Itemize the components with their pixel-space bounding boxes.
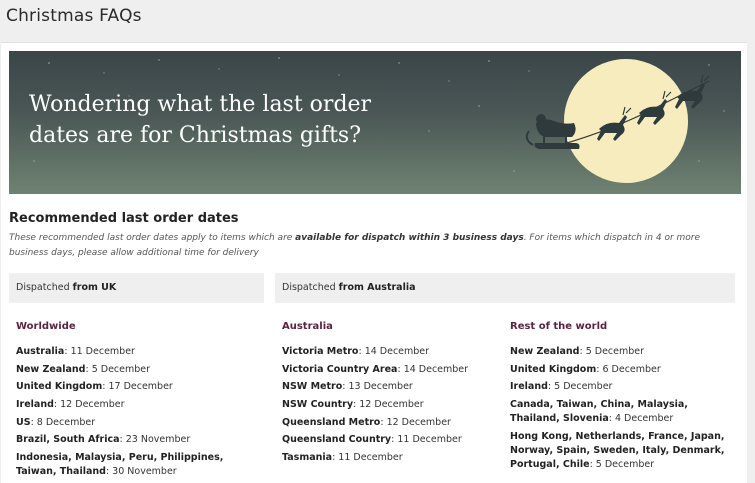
entry-place: NSW Country [282,399,354,411]
rest-of-world-column: Rest of the world New Zealand: 5 Decembe… [510,321,732,475]
list-item: New Zealand: 5 December [16,363,151,375]
list-item: United Kingdom: 17 December [16,381,173,393]
list-item: Victoria Country Area: 14 December [282,363,469,375]
entry-place: Ireland [510,381,548,393]
list-item: Canada, Taiwan, China, Malaysia, Thailan… [510,399,688,425]
entry-date: 5 December [91,363,151,375]
entry-place: United Kingdom [510,363,597,375]
dispatch-au-header: Dispatched from Australia [275,273,735,303]
list-item: Ireland: 5 December [510,381,613,393]
entry-date: 5 December [585,346,645,357]
entry-place: Brazil, South Africa [16,434,120,446]
list-item: Hong Kong, Netherlands, France, Japan, N… [510,430,725,470]
rest-of-world-heading: Rest of the world [510,321,608,332]
list-item: NSW Country: 12 December [282,399,424,411]
entry-date: 30 November [112,466,177,478]
list-item: Queensland Metro: 12 December [282,416,451,428]
intro-text-pre: These recommended last order dates apply… [9,233,296,243]
entry-place: Victoria Metro [282,346,359,357]
entry-date: 4 December [614,413,674,425]
hero-headline: Wondering what the last order dates are … [29,89,409,151]
entry-date: 17 December [108,381,173,393]
list-item: Tasmania: 11 December [282,452,403,464]
section-intro: These recommended last order dates apply… [9,231,741,261]
worldwide-column: Worldwide Australia: 11 December New Zea… [16,321,238,483]
entry-date: 11 December [338,452,403,464]
entry-date: 8 December [36,416,96,428]
entry-date: 12 December [359,399,424,411]
entry-place: Queensland Metro [282,416,381,428]
list-item: Brazil, South Africa: 23 November [16,434,191,446]
faq-content: Wondering what the last order dates are … [1,42,747,483]
list-item: New Zealand: 5 December [510,346,645,357]
entry-date: 12 December [60,399,125,411]
dispatch-uk-header: Dispatched from UK [9,273,264,303]
entry-place: United Kingdom [16,381,103,393]
australia-column: Australia Victoria Metro: 14 December Vi… [282,321,497,469]
entry-date: 5 December [595,458,655,470]
entry-place: Queensland Country [282,434,392,446]
section-heading: Recommended last order dates [9,211,239,226]
page-title: Christmas FAQs [6,6,142,26]
dispatch-uk-origin: from UK [72,282,117,293]
list-item: Ireland: 12 December [16,399,125,411]
list-item: Indonesia, Malaysia, Peru, Philippines, … [16,452,224,478]
list-item: Australia: 11 December [16,346,135,357]
dispatch-uk-prefix: Dispatched [16,282,73,293]
entry-date: 13 December [348,381,413,393]
entry-date: 23 November [125,434,191,446]
entry-date: 6 December [602,363,661,375]
intro-text-bold: available for dispatch within 3 business… [295,233,524,243]
worldwide-heading: Worldwide [16,321,76,332]
entry-date: 14 December [364,346,430,357]
australia-heading: Australia [282,321,333,332]
entry-place: NSW Metro [282,381,343,393]
hero-banner: Wondering what the last order dates are … [9,51,741,194]
entry-date: 12 December [386,416,451,428]
list-item: Queensland Country: 11 December [282,434,462,446]
list-item: NSW Metro: 13 December [282,381,413,393]
hero-line-1: Wondering what the last order [29,92,372,117]
entry-place: Victoria Country Area [282,363,398,375]
entry-date: 14 December [403,363,469,375]
entry-place: Ireland [16,399,54,411]
entry-date: 5 December [554,381,613,393]
dispatch-au-origin: from Australia [338,282,416,293]
entry-place: New Zealand [16,363,86,375]
list-item: Victoria Metro: 14 December [282,346,430,357]
entry-date: 11 December [70,346,135,357]
entry-place: Tasmania [282,452,333,464]
entry-place: US [16,416,31,428]
entry-date: 11 December [397,434,462,446]
hero-line-2: dates are for Christmas gifts? [29,123,362,148]
list-item: United Kingdom: 6 December [510,363,661,375]
list-item: US: 8 December [16,416,96,428]
entry-place: Australia [16,346,65,357]
dispatch-au-prefix: Dispatched [282,282,339,293]
entry-place: New Zealand [510,346,580,357]
